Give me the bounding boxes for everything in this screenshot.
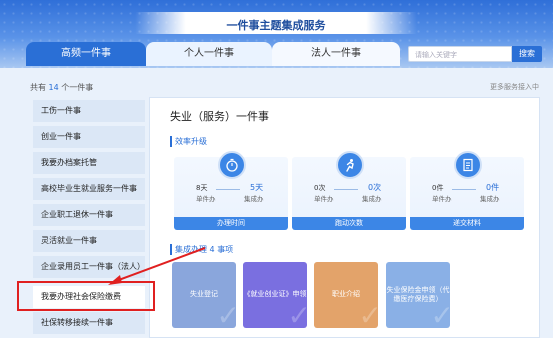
annotation-arrow: [108, 247, 206, 285]
